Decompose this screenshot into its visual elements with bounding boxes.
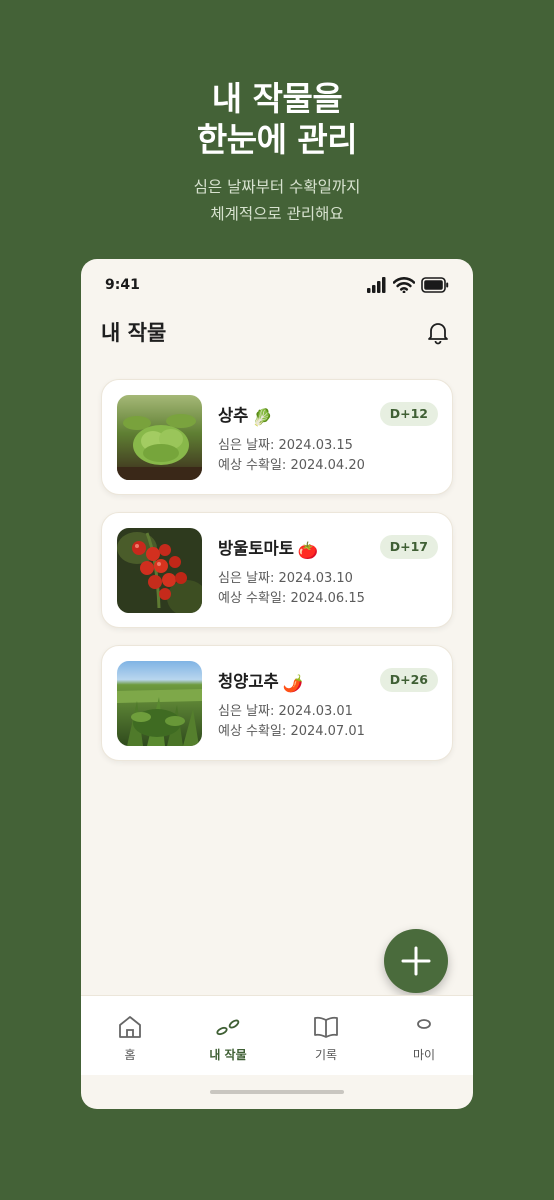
nav-my[interactable]: 마이	[375, 996, 473, 1075]
crop-photo-lettuce	[117, 395, 202, 480]
nav-records[interactable]: 기록	[277, 996, 375, 1075]
bell-icon	[428, 323, 448, 345]
nav-my-crops-label: 내 작물	[209, 1048, 247, 1062]
plus-icon	[401, 946, 431, 976]
crop-list: 상추 🥬 심은 날짜: 2024.03.15 예상 수확일: 2024.04.20…	[101, 379, 453, 778]
bottom-nav: 홈 내 작물 기록 마이	[81, 995, 473, 1075]
hero-title-line1: 내 작물을	[211, 79, 343, 118]
dday-badge: D+17	[379, 535, 438, 559]
dday-badge: D+12	[379, 402, 438, 426]
home-indicator	[210, 1090, 344, 1094]
phone-screen: 9:41 내 작물 상추 🥬 심은 날짜: 2024.03.15 예상 수확일:…	[81, 259, 473, 1109]
crop-name: 방울토마토 🍅	[218, 539, 319, 560]
cellular-signal-icon	[367, 277, 386, 293]
nav-home[interactable]: 홈	[81, 996, 179, 1075]
status-bar: 9:41	[105, 273, 449, 297]
hero-subtitle-line1: 심은 날짜부터 수확일까지	[193, 178, 361, 196]
crop-card[interactable]: 방울토마토 🍅 심은 날짜: 2024.03.10 예상 수확일: 2024.06…	[101, 512, 453, 628]
wifi-icon	[393, 277, 415, 293]
planted-date: 심은 날짜: 2024.03.10	[218, 571, 353, 586]
crop-photo-tomato	[117, 528, 202, 613]
harvest-date: 예상 수확일: 2024.06.15	[218, 591, 365, 606]
add-crop-button[interactable]	[384, 929, 448, 993]
nav-home-label: 홈	[124, 1048, 136, 1062]
planted-date: 심은 날짜: 2024.03.15	[218, 438, 353, 453]
crop-card[interactable]: 상추 🥬 심은 날짜: 2024.03.15 예상 수확일: 2024.04.20…	[101, 379, 453, 495]
notification-button[interactable]	[423, 317, 453, 347]
crop-photo-pepper	[117, 661, 202, 746]
status-time: 9:41	[105, 277, 140, 293]
hero-subtitle-line2: 체계적으로 관리해요	[210, 205, 344, 223]
dday-badge: D+26	[379, 668, 438, 692]
planted-date: 심은 날짜: 2024.03.01	[218, 704, 353, 719]
harvest-date: 예상 수확일: 2024.04.20	[218, 458, 365, 473]
page-title: 내 작물	[101, 321, 167, 345]
nav-records-label: 기록	[314, 1048, 338, 1062]
chili-emoji: 🌶️	[282, 674, 304, 693]
crop-name: 상추 🥬	[218, 406, 273, 427]
nav-my-label: 마이	[412, 1048, 436, 1062]
home-icon	[119, 1016, 141, 1038]
status-icons	[367, 277, 449, 293]
battery-icon	[421, 277, 449, 293]
nav-my-crops[interactable]: 내 작물	[179, 996, 277, 1075]
hero-title-line2: 한눈에 관리	[196, 120, 358, 159]
app-header: 내 작물	[101, 314, 453, 350]
harvest-date: 예상 수확일: 2024.07.01	[218, 724, 365, 739]
crop-name: 청양고추 🌶️	[218, 672, 304, 693]
hero-title: 내 작물을 한눈에 관리	[0, 78, 554, 160]
lettuce-emoji: 🥬	[252, 408, 273, 427]
tomato-emoji: 🍅	[297, 541, 319, 560]
hero-subtitle: 심은 날짜부터 수확일까지 체계적으로 관리해요	[0, 174, 554, 228]
crop-card[interactable]: 청양고추 🌶️ 심은 날짜: 2024.03.01 예상 수확일: 2024.07…	[101, 645, 453, 761]
profile-icon	[417, 1019, 431, 1029]
hero: 내 작물을 한눈에 관리 심은 날짜부터 수확일까지 체계적으로 관리해요	[0, 78, 554, 228]
book-icon	[314, 1016, 338, 1038]
sprout-icon	[216, 1019, 240, 1036]
